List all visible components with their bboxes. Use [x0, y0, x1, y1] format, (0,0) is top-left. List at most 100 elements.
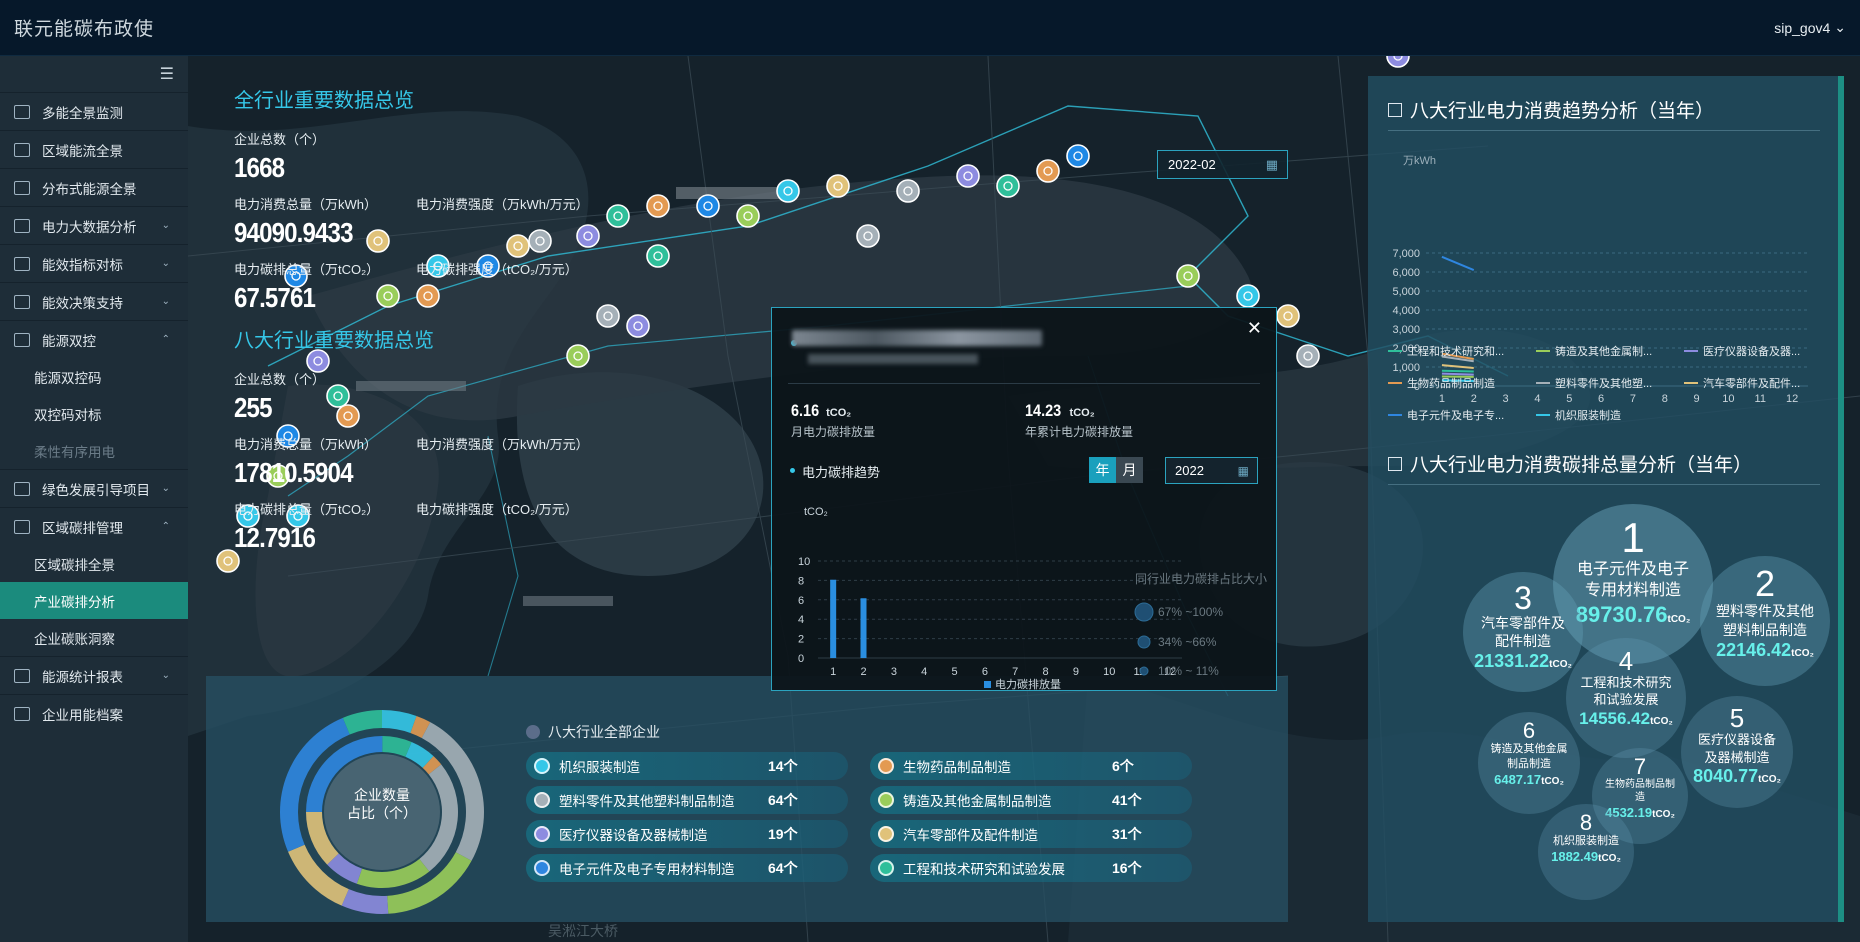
enterprise-marker[interactable] [696, 194, 720, 218]
eight-int-label: 电力消费强度（万kWh/万元） [416, 437, 589, 452]
enterprise-marker[interactable] [1036, 159, 1060, 183]
all-enterprises-item[interactable]: 八大行业全部企业 [526, 722, 660, 742]
sidebar-item[interactable]: 能效决策支持 ⌄ [0, 282, 188, 320]
bubble-value-row: 1882.49tCO₂ [1538, 849, 1634, 864]
bubble-rank: 1 [1621, 513, 1645, 561]
industry-row[interactable]: 工程和技术研究和试验发展 16个 [870, 854, 1192, 882]
sidebar-item[interactable]: 多能全景监测 [0, 92, 188, 130]
industry-bubble[interactable]: 5 医疗仪器设备及器械制造 8040.77tCO₂ [1681, 696, 1793, 808]
collapse-menu-icon[interactable]: ☰ [0, 56, 188, 92]
legend-swatch [1388, 414, 1402, 416]
industry-row[interactable]: 生物药品制品制造 6个 [870, 752, 1192, 780]
industry-row[interactable]: 汽车零部件及配件制造 31个 [870, 820, 1192, 848]
sidebar-item[interactable]: 能源统计报表 ⌄ [0, 656, 188, 694]
chevron-icon: ⌃ [161, 334, 170, 345]
enterprise-marker[interactable] [826, 174, 850, 198]
enterprise-marker[interactable] [1236, 284, 1260, 308]
y-tick-label: 4,000 [1392, 305, 1420, 317]
legend-item[interactable]: 汽车零部件及配件... [1684, 375, 1800, 391]
year-carbon-label: 年累计电力碳排放量 [1025, 425, 1134, 439]
industry-row[interactable]: 铸造及其他金属制品制造 41个 [870, 786, 1192, 814]
all-industry-title: 全行业重要数据总览 [234, 90, 414, 112]
sidebar-item[interactable]: 区域碳排管理 ⌃ [0, 507, 188, 545]
building-icon [526, 725, 540, 739]
industry-name: 医疗仪器设备及器械制造 [559, 828, 708, 843]
legend-item[interactable]: 铸造及其他金属制... [1536, 343, 1652, 359]
sidebar-subitem[interactable]: 双控码对标 [0, 395, 188, 432]
legend-item[interactable]: 医疗仪器设备及器... [1684, 343, 1800, 359]
close-icon[interactable]: ✕ [1247, 318, 1262, 339]
bubble-value-row: 6487.17tCO₂ [1478, 772, 1580, 787]
toggle-year[interactable]: 年 [1089, 457, 1116, 483]
enterprise-marker[interactable] [856, 224, 880, 248]
month-picker[interactable]: 2022-02 ▦ [1157, 150, 1288, 179]
sidebar-subitem[interactable]: 柔性有序用电 [0, 432, 188, 469]
industry-bubble[interactable]: 2 塑料零件及其他塑料制品制造 22146.42tCO₂ [1700, 556, 1830, 686]
enterprise-marker[interactable] [996, 174, 1020, 198]
enterprise-marker[interactable] [626, 314, 650, 338]
all-cons-label: 电力消费总量（万kWh） [234, 197, 378, 212]
industry-icon [878, 860, 894, 876]
trend-panel-title: 八大行业电力消费趋势分析（当年） [1388, 96, 1714, 123]
enterprise-marker[interactable] [956, 164, 980, 188]
bubble-value-row: 14556.42tCO₂ [1566, 709, 1686, 729]
industry-bubble[interactable]: 6 铸造及其他金属制品制造 6487.17tCO₂ [1478, 712, 1580, 814]
sidebar-item[interactable]: 能源双控 ⌃ [0, 320, 188, 358]
enterprise-marker[interactable] [1296, 344, 1320, 368]
bubble-value: 14556.42 [1579, 708, 1651, 728]
sidebar-item[interactable]: 区域能流全景 [0, 130, 188, 168]
sidebar-subitem[interactable]: 产业碳排分析 [0, 582, 188, 619]
industry-count: 64个 [768, 860, 798, 876]
industry-row[interactable]: 医疗仪器设备及器械制造 19个 [526, 820, 848, 848]
sidebar-item[interactable]: 电力大数据分析 ⌄ [0, 206, 188, 244]
legend-swatch [1684, 382, 1698, 384]
industry-row[interactable]: 机织服装制造 14个 [526, 752, 848, 780]
year-picker[interactable]: 2022 ▦ [1165, 457, 1258, 484]
industry-bubble[interactable]: 4 工程和技术研究和试验发展 14556.42tCO₂ [1566, 638, 1686, 758]
enterprise-popup: ✕ 6.16 tCO₂ 月电力碳排放量 14.23 tCO₂ 年累计电力碳排放量 电… [771, 307, 1277, 691]
y-tick-label: 5,000 [1392, 286, 1420, 298]
user-menu[interactable]: sip_gov4 ⌄ [1774, 19, 1846, 36]
industry-bubble[interactable]: 8 机织服装制造 1882.49tCO₂ [1538, 804, 1634, 900]
enterprise-marker[interactable] [736, 204, 760, 228]
enterprise-marker[interactable] [1276, 304, 1300, 328]
enterprise-marker[interactable] [1176, 264, 1200, 288]
menu-icon [14, 180, 30, 195]
sidebar-item[interactable]: 绿色发展引导项目 ⌄ [0, 469, 188, 507]
sidebar-item[interactable]: 企业用能档案 [0, 694, 188, 732]
menu-icon [14, 142, 30, 157]
enterprise-marker[interactable] [646, 194, 670, 218]
sidebar-subitem[interactable]: 企业碳账洞察 [0, 619, 188, 656]
legend-item[interactable]: 塑料零件及其他塑... [1536, 375, 1652, 391]
enterprise-marker[interactable] [646, 244, 670, 268]
sidebar-item-label: 分布式能源全景 [42, 181, 137, 197]
enterprise-marker[interactable] [776, 179, 800, 203]
trend-title: 电力碳排趋势 [802, 465, 881, 480]
x-tick-label: 6 [1598, 393, 1604, 405]
all-carbon-label: 电力碳排总量（万tCO₂） [234, 262, 380, 277]
all-cons-value: 94090.9433 [234, 217, 353, 248]
industry-bubble[interactable]: 3 汽车零部件及配件制造 21331.22tCO₂ [1463, 572, 1583, 692]
legend-item[interactable]: 电子元件及电子专... [1388, 407, 1504, 423]
enterprise-subtitle-redacted [808, 354, 978, 364]
industry-row[interactable]: 电子元件及电子专用材料制造 64个 [526, 854, 848, 882]
enterprise-marker[interactable] [1066, 144, 1090, 168]
sidebar-subitem[interactable]: 区域碳排全景 [0, 545, 188, 582]
sidebar-subitem[interactable]: 能源双控码 [0, 358, 188, 395]
enterprise-marker[interactable] [896, 179, 920, 203]
sidebar-item[interactable]: 能效指标对标 ⌄ [0, 244, 188, 282]
legend-item[interactable]: 机织服装制造 [1536, 407, 1621, 423]
x-tick-label: 1 [830, 666, 836, 678]
legend-item[interactable]: 工程和技术研究和... [1388, 343, 1504, 359]
donut-label-line1: 企业数量 [354, 787, 410, 803]
chevron-down-icon: ⌄ [1834, 19, 1846, 35]
bubble-value: 89730.76 [1575, 601, 1668, 627]
toggle-month[interactable]: 月 [1116, 457, 1143, 483]
month-value: 2022-02 [1168, 157, 1216, 172]
industry-row[interactable]: 塑料零件及其他塑料制品制造 64个 [526, 786, 848, 814]
bubble-rank: 7 [1633, 753, 1647, 779]
sidebar-item-label: 能效指标对标 [42, 257, 123, 273]
legend-item[interactable]: 生物药品制品制造 [1388, 375, 1495, 391]
sidebar-item[interactable]: 分布式能源全景 [0, 168, 188, 206]
x-tick-label: 2 [1471, 393, 1477, 405]
